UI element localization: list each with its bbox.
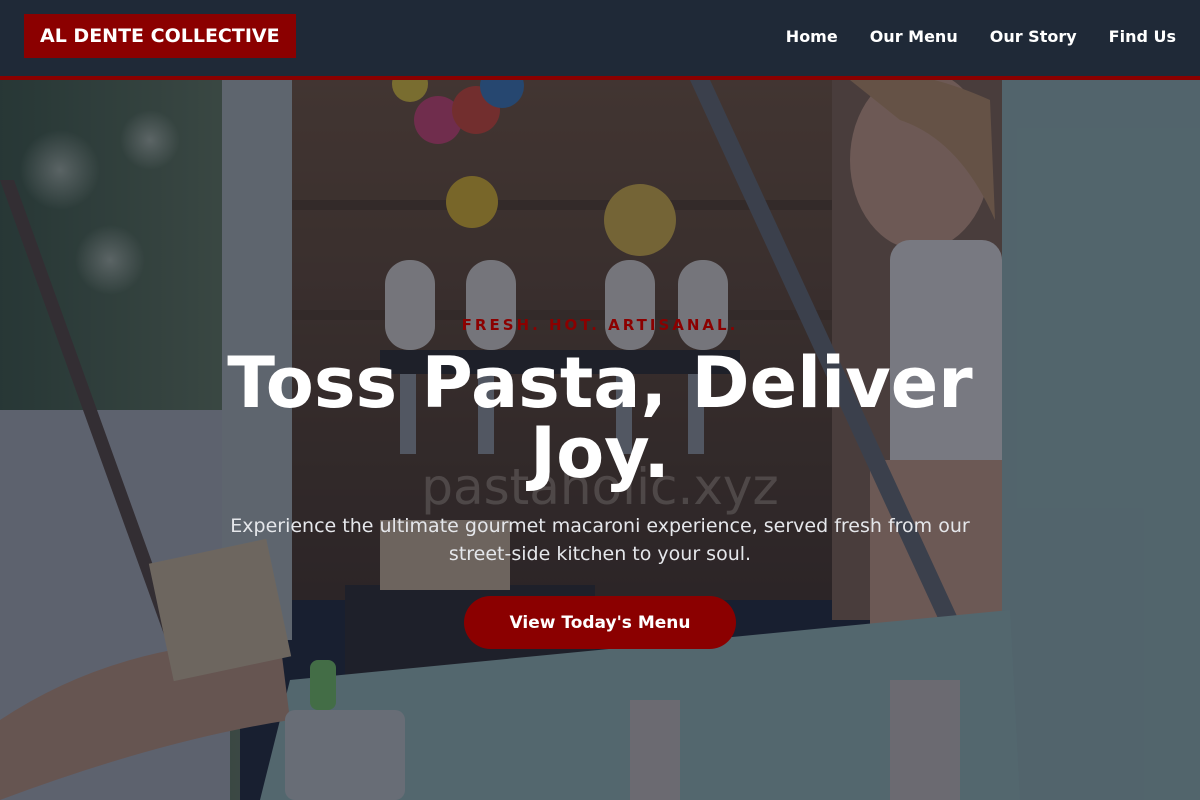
site-navbar: AL DENTE COLLECTIVE Home Our Menu Our St…	[0, 0, 1200, 80]
nav-link-our-menu[interactable]: Our Menu	[870, 27, 958, 46]
nav-link-home[interactable]: Home	[786, 27, 838, 46]
nav-link-find-us[interactable]: Find Us	[1109, 27, 1176, 46]
hero-subtitle: Experience the ultimate gourmet macaroni…	[230, 515, 970, 565]
brand-logo[interactable]: AL DENTE COLLECTIVE	[24, 14, 296, 58]
hero-section: pastaholic.xyz FRESH. HOT. ARTISANAL. To…	[0, 80, 1200, 800]
hero-headline: Toss Pasta, Deliver Joy.	[227, 342, 973, 494]
nav-link-our-story[interactable]: Our Story	[990, 27, 1077, 46]
hero-eyebrow: FRESH. HOT. ARTISANAL.	[461, 316, 739, 334]
main-nav: Home Our Menu Our Story Find Us	[786, 27, 1176, 46]
view-menu-button[interactable]: View Today's Menu	[464, 596, 736, 649]
hero-content: FRESH. HOT. ARTISANAL. Toss Pasta, Deliv…	[0, 80, 1200, 800]
